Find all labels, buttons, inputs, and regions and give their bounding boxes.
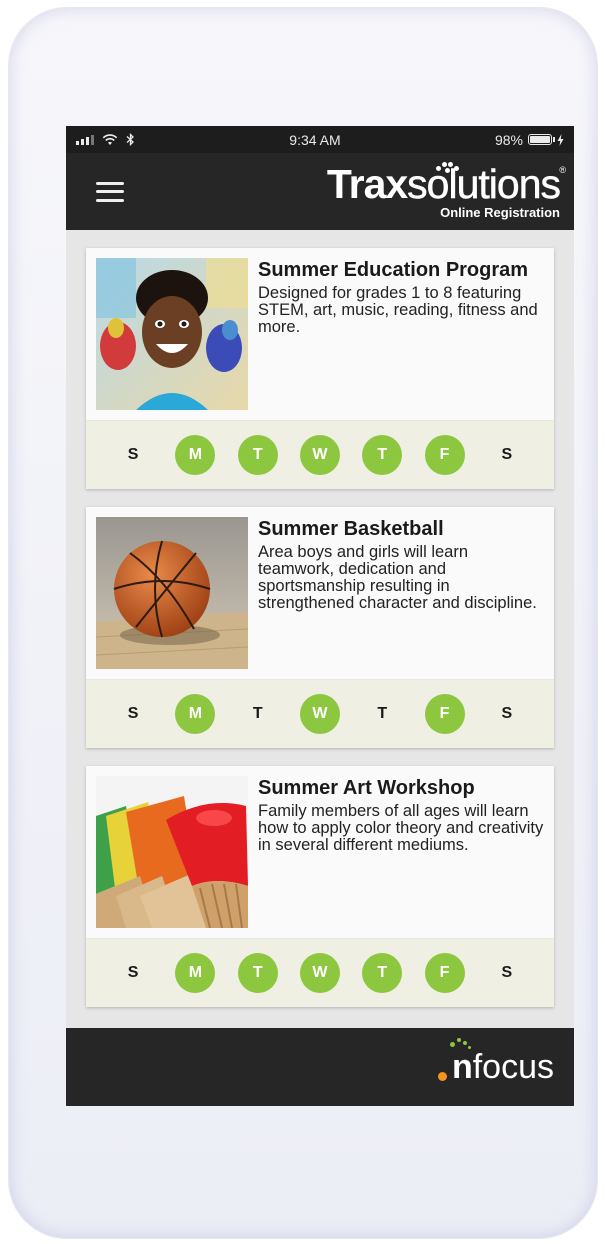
day-tuesday: T	[252, 705, 263, 722]
day-tuesday: T	[237, 953, 278, 993]
day-friday: F	[424, 435, 465, 475]
logo-registered: ®	[559, 165, 566, 175]
app-screen: 9:34 AM 98% Traxsolutions ® Online Regis…	[66, 126, 574, 1106]
day-wednesday: W	[299, 694, 340, 734]
weekday-strip: S M T W T F S	[86, 679, 554, 748]
phone-frame: 9:34 AM 98% Traxsolutions ® Online Regis…	[9, 8, 597, 1238]
program-image-paintbrushes	[96, 776, 248, 928]
program-image-child	[96, 258, 248, 410]
logo-focus: focus	[472, 1047, 554, 1086]
signal-icon	[76, 134, 94, 145]
day-friday: F	[424, 694, 465, 734]
program-list: Summer Education Program Designed for gr…	[66, 230, 574, 1007]
app-footer: n focus	[66, 1028, 574, 1106]
nfocus-logo: n focus	[437, 1037, 554, 1087]
logo-subtitle: Online Registration	[440, 205, 560, 220]
weekday-strip: S M T W T F S	[86, 420, 554, 489]
day-sunday: S	[127, 964, 139, 981]
day-saturday: S	[501, 964, 513, 981]
day-thursday: T	[362, 953, 403, 993]
day-thursday: T	[362, 435, 403, 475]
day-saturday: S	[501, 446, 513, 463]
day-sunday: S	[127, 705, 139, 722]
wifi-icon	[102, 133, 118, 145]
charging-icon	[557, 133, 564, 146]
day-saturday: S	[501, 705, 513, 722]
program-title: Summer Education Program	[258, 259, 529, 281]
logo-dots-icon	[435, 160, 459, 174]
logo-dot-icon	[437, 1071, 447, 1081]
day-wednesday: W	[299, 953, 340, 993]
hamburger-menu-icon[interactable]	[96, 181, 124, 202]
day-monday: M	[175, 953, 216, 993]
program-title: Summer Art Workshop	[258, 777, 475, 799]
traxsolutions-logo: Traxsolutions ® Online Registration	[326, 161, 566, 220]
logo-n: n	[451, 1047, 473, 1086]
logo-trax: Trax	[326, 161, 408, 207]
program-description: Family members of all ages will learn ho…	[258, 802, 544, 854]
bluetooth-icon	[126, 133, 134, 146]
weekday-strip: S M T W T F S	[86, 938, 554, 1007]
program-description: Area boys and girls will learn teamwork,…	[258, 543, 537, 612]
program-image-basketball	[96, 517, 248, 669]
program-description: Designed for grades 1 to 8 featuring STE…	[258, 284, 538, 336]
day-tuesday: T	[237, 435, 278, 475]
day-thursday: T	[377, 705, 388, 722]
status-time: 9:34 AM	[289, 131, 341, 148]
program-title: Summer Basketball	[258, 518, 444, 540]
day-sunday: S	[127, 446, 139, 463]
day-monday: M	[175, 694, 216, 734]
program-card[interactable]: Summer Education Program Designed for gr…	[86, 248, 554, 489]
battery-icon	[528, 134, 555, 145]
logo-solutions: solutions	[407, 161, 561, 207]
day-wednesday: W	[299, 435, 340, 475]
app-header: Traxsolutions ® Online Registration	[66, 153, 574, 230]
program-card[interactable]: Summer Basketball Area boys and girls wi…	[86, 507, 554, 748]
program-card[interactable]: Summer Art Workshop Family members of al…	[86, 766, 554, 1007]
battery-percent: 98%	[494, 131, 523, 148]
status-bar: 9:34 AM 98%	[66, 126, 574, 153]
day-monday: M	[175, 435, 216, 475]
day-friday: F	[424, 953, 465, 993]
